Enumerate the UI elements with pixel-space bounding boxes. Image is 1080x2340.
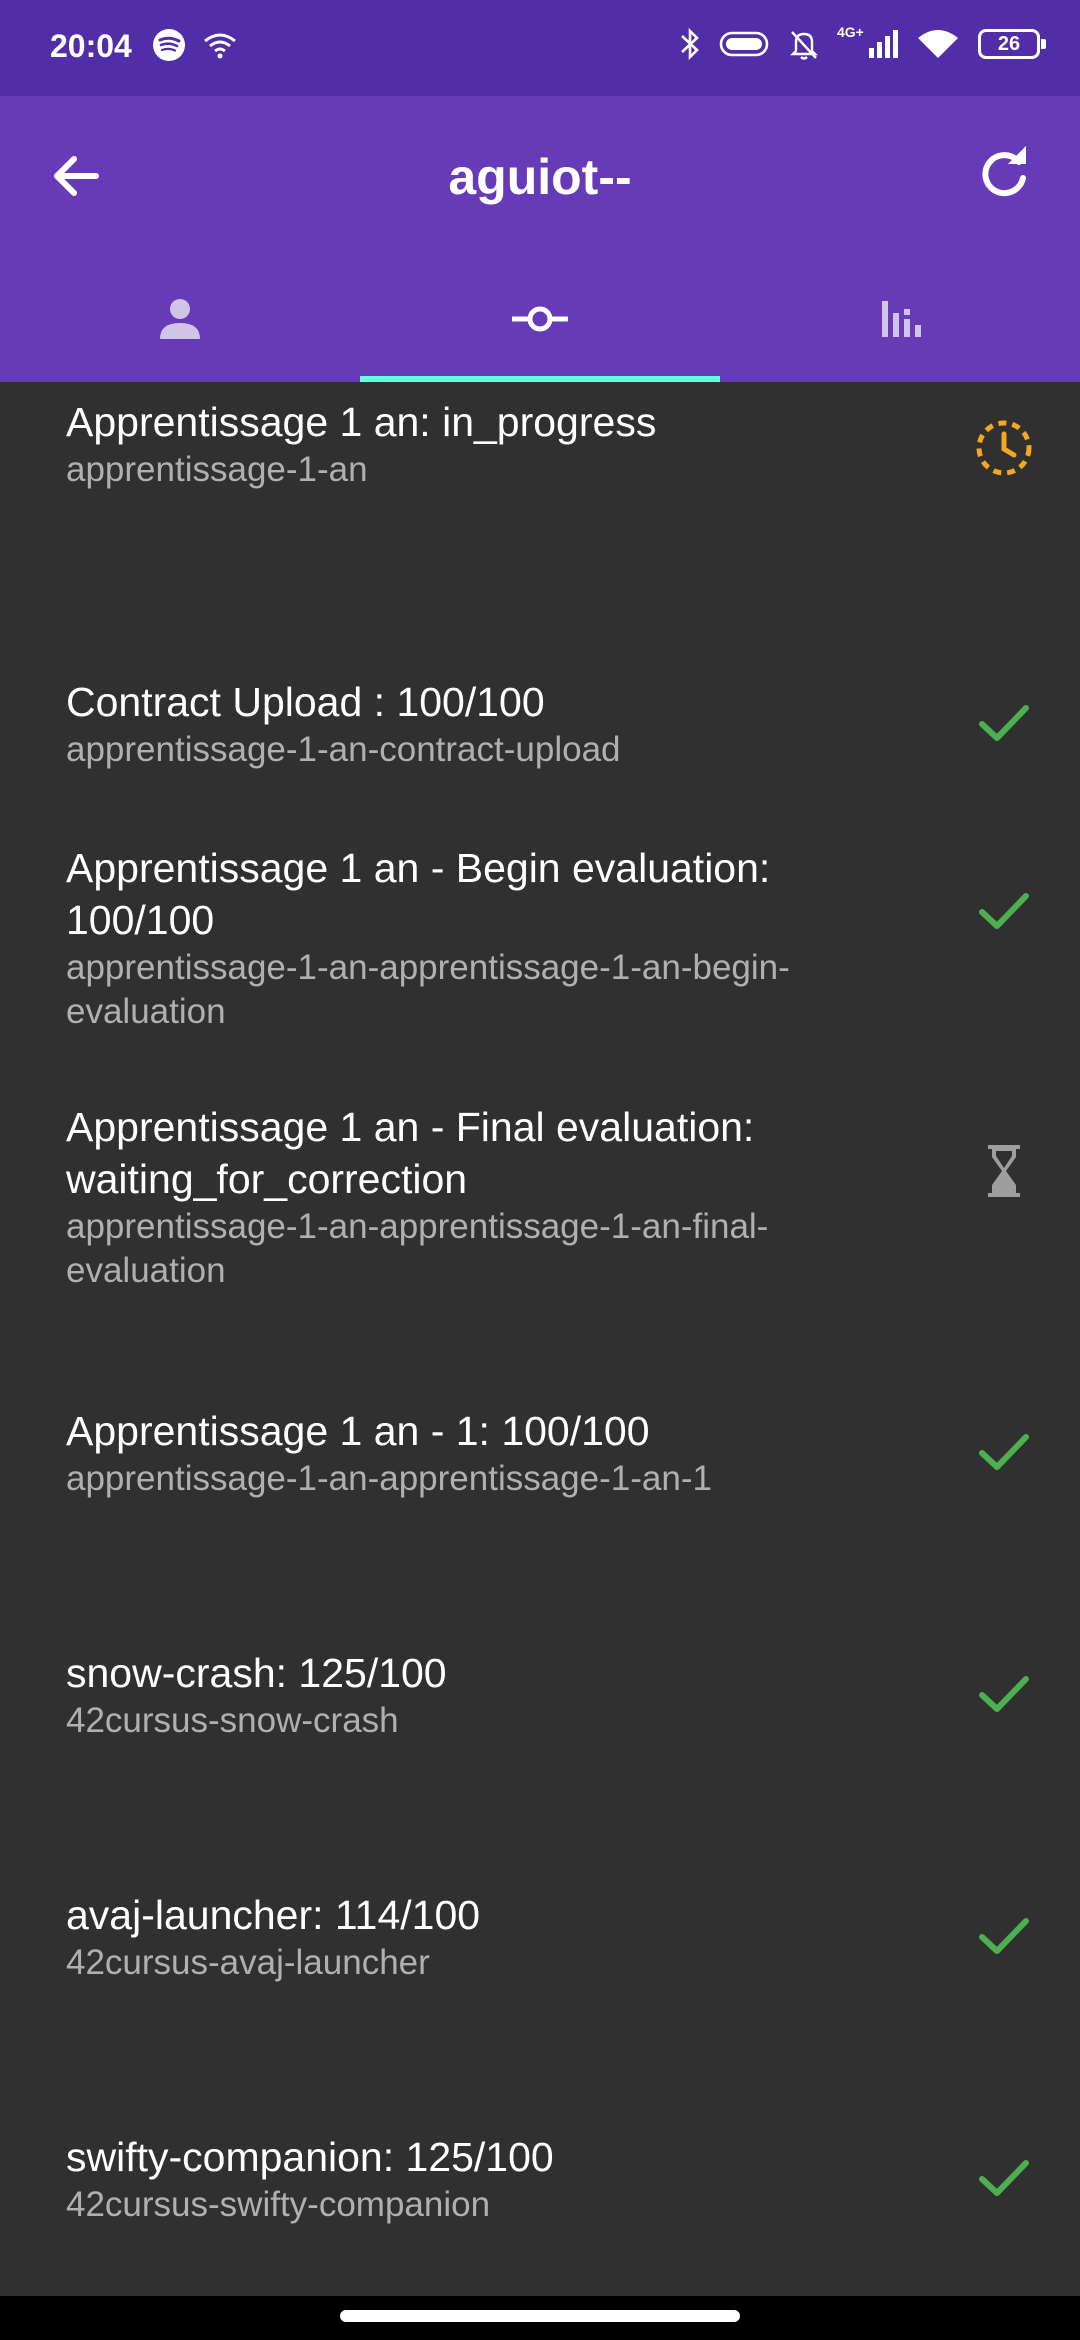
tab-projects[interactable] <box>360 256 720 382</box>
project-slug: apprentissage-1-an-contract-upload <box>66 730 621 769</box>
project-slug: 42cursus-avaj-launcher <box>66 1943 430 1982</box>
check-icon <box>979 893 1029 929</box>
bluetooth-icon <box>681 27 699 61</box>
project-title: Apprentissage 1 an - 1: 100/100 <box>66 1408 650 1454</box>
list-item[interactable]: Apprentissage 1 an - 1: 100/100 apprenti… <box>0 1353 1080 1595</box>
project-slug: apprentissage-1-an-apprentissage-1-an-be… <box>66 948 790 1031</box>
check-icon <box>979 705 1029 741</box>
toggle-icon <box>719 31 769 57</box>
person-icon <box>160 299 200 339</box>
check-icon <box>979 1918 1029 1954</box>
list-item[interactable]: snow-crash: 125/100 42cursus-snow-crash <box>0 1595 1080 1837</box>
app-bar: aguiot-- <box>0 96 1080 382</box>
bell-off-icon <box>790 31 818 60</box>
list-item[interactable]: swifty-companion: 125/100 42cursus-swift… <box>0 2079 1080 2321</box>
check-icon <box>979 1676 1029 1712</box>
commit-icon <box>512 306 568 332</box>
tab-profile[interactable] <box>0 256 360 382</box>
list-item[interactable]: Apprentissage 1 an - Final evaluation: w… <box>0 1091 1080 1353</box>
project-title: Contract Upload : 100/100 <box>66 679 545 725</box>
project-slug: 42cursus-snow-crash <box>66 1701 399 1740</box>
wifi-icon <box>918 30 958 58</box>
bar-chart-icon <box>882 301 921 337</box>
battery-level: 26 <box>997 33 1021 55</box>
gesture-nav-bar <box>0 2296 1080 2340</box>
clock-progress-icon <box>976 420 1032 476</box>
wifi-icon <box>204 33 236 59</box>
project-title: snow-crash: 125/100 <box>66 1650 447 1696</box>
project-title: Apprentissage 1 an: in_progress <box>66 399 657 445</box>
tab-stats[interactable] <box>720 256 1080 382</box>
project-slug: 42cursus-swifty-companion <box>66 2185 491 2224</box>
project-slug: apprentissage-1-an-apprentissage-1-an-fi… <box>66 1207 769 1290</box>
spotify-icon <box>153 29 185 61</box>
project-title: Apprentissage 1 an - Begin evaluation: 1… <box>66 845 771 943</box>
list-item[interactable]: avaj-launcher: 114/100 42cursus-avaj-lau… <box>0 1837 1080 2079</box>
check-icon <box>979 1434 1029 1470</box>
list-item[interactable]: Contract Upload : 100/100 apprentissage-… <box>0 624 1080 830</box>
network-type-label: 4G+ <box>837 24 864 40</box>
project-title: avaj-launcher: 114/100 <box>66 1892 481 1938</box>
home-indicator[interactable] <box>340 2310 740 2322</box>
hourglass-icon <box>988 1145 1020 1197</box>
list-item[interactable]: Apprentissage 1 an - Begin evaluation: 1… <box>0 830 1080 1091</box>
battery-icon: 26 <box>978 29 1046 59</box>
project-slug: apprentissage-1-an <box>66 450 368 489</box>
check-icon <box>979 2160 1029 2196</box>
project-title: Apprentissage 1 an - Final evaluation: w… <box>66 1104 755 1202</box>
project-slug: apprentissage-1-an-apprentissage-1-an-1 <box>66 1459 712 1498</box>
list-item[interactable]: Apprentissage 1 an: in_progress apprenti… <box>0 382 1080 624</box>
project-title: swifty-companion: 125/100 <box>66 2134 554 2180</box>
status-bar: 20:04 4G+ 26 <box>0 0 1080 96</box>
tab-bar <box>0 256 1080 382</box>
project-list: Apprentissage 1 an: in_progress apprenti… <box>0 382 1080 2321</box>
signal-icon: 4G+ <box>837 24 898 58</box>
status-time: 20:04 <box>50 28 132 64</box>
page-title: aguiot-- <box>448 149 632 205</box>
refresh-icon[interactable] <box>972 142 1036 206</box>
